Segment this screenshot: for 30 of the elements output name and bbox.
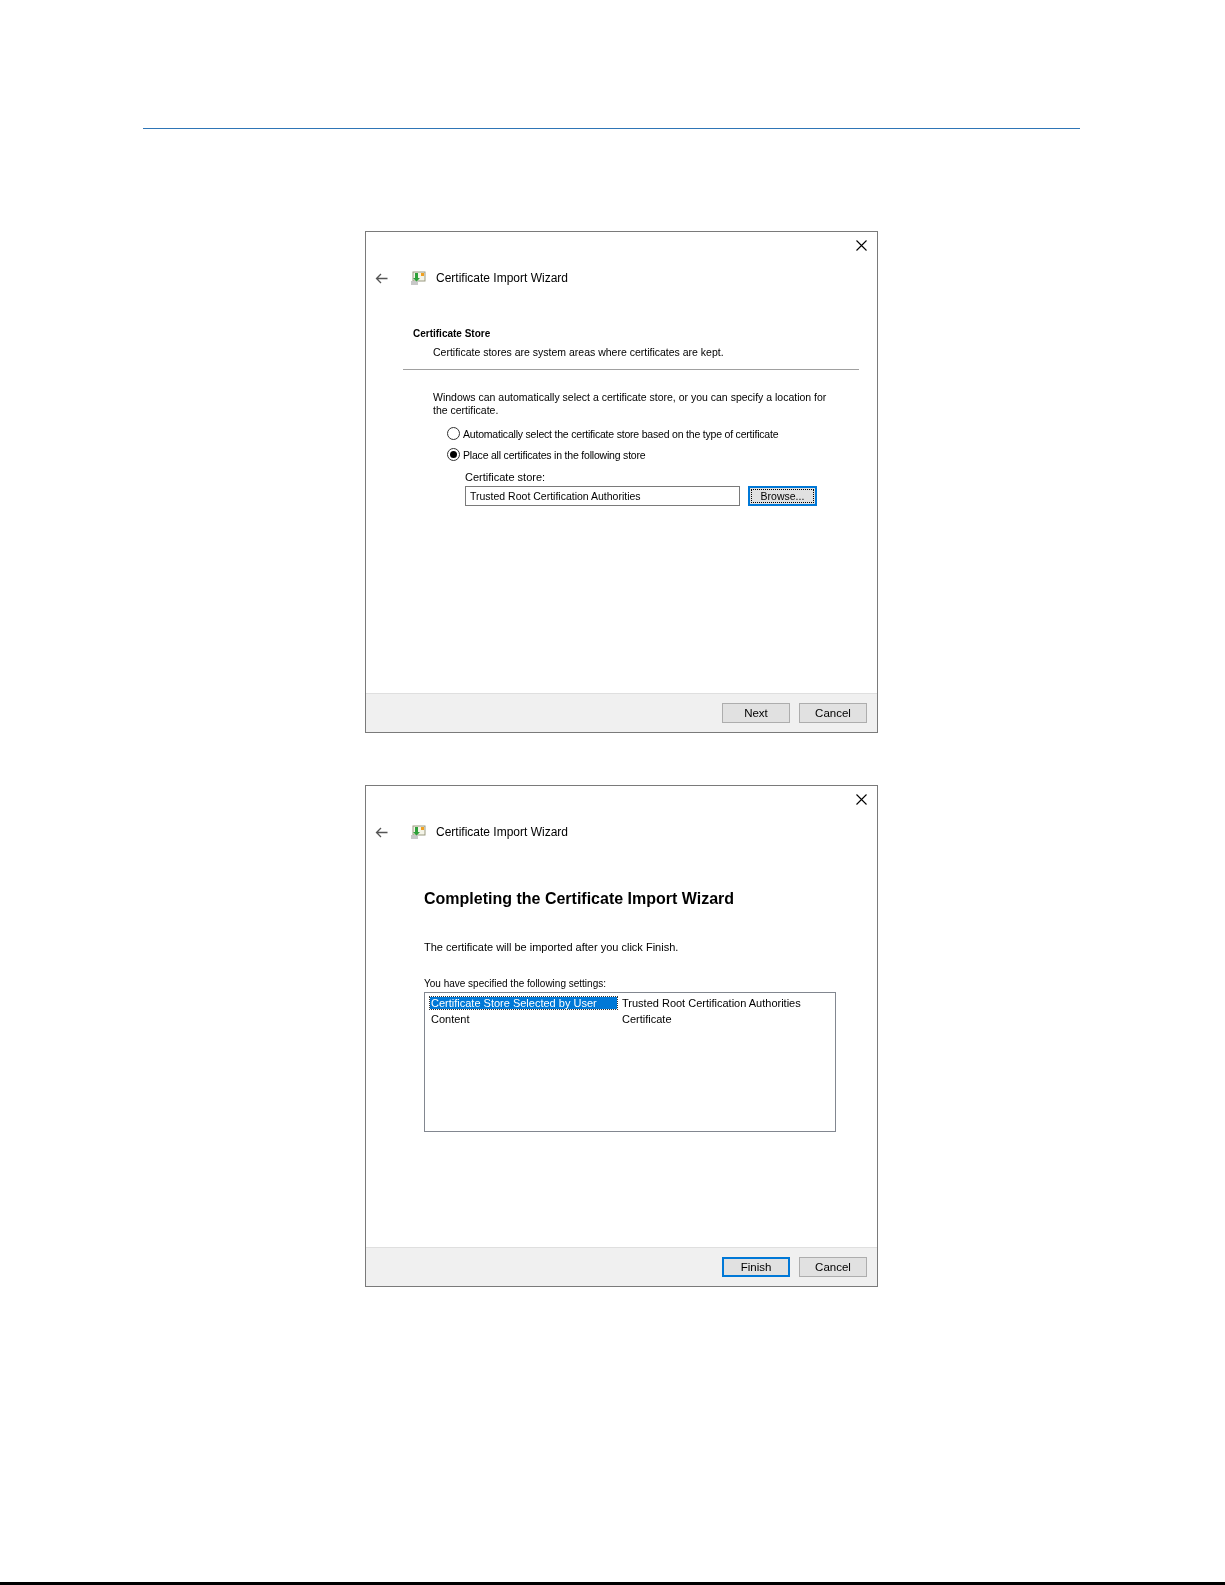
cancel-button[interactable]: Cancel — [799, 1257, 867, 1277]
back-arrow-icon[interactable] — [375, 272, 388, 284]
close-icon[interactable] — [856, 794, 867, 805]
radio-label[interactable]: Place all certificates in the following store — [463, 448, 646, 461]
section-subtitle: Certificate stores are system areas where certificates are kept. — [433, 346, 725, 358]
store-field[interactable]: Trusted Root Certification Authorities — [465, 486, 740, 506]
setting-name[interactable]: Content — [430, 1013, 617, 1025]
field-label: Certificate store: — [465, 471, 547, 483]
wizard-button[interactable]: Next — [722, 703, 790, 723]
wizard-heading: Completing the Certificate Import Wizard — [424, 890, 736, 908]
setting-value: Certificate — [622, 1013, 672, 1025]
close-icon[interactable] — [856, 240, 867, 251]
window-title: Certificate Import Wizard — [436, 825, 569, 839]
certificate-icon — [410, 270, 426, 286]
browse-button[interactable]: Browse... — [748, 486, 817, 506]
setting-name[interactable]: Certificate Store Selected by User — [430, 997, 617, 1009]
back-arrow-icon[interactable] — [375, 826, 388, 838]
window-title: Certificate Import Wizard — [436, 271, 569, 285]
wizard-button[interactable]: Finish — [722, 1257, 790, 1277]
cancel-button[interactable]: Cancel — [799, 703, 867, 723]
setting-value: Trusted Root Certification Authorities — [622, 997, 801, 1009]
settings-label: You have specified the following settings: — [424, 978, 607, 989]
certificate-icon — [410, 824, 426, 840]
section-title: Certificate Store — [413, 328, 492, 339]
info-text: The certificate will be imported after you click Finish. — [424, 941, 680, 953]
radio-button[interactable] — [447, 448, 460, 461]
settings-list[interactable]: Certificate Store Selected by User Trusted Root Certification Authorities Content Certificate — [424, 992, 836, 1132]
description: Windows can automatically select a certificate store, or you can specify a location for the certificate. — [433, 391, 828, 417]
radio-label[interactable]: Automatically select the certificate store based on the type of certificate — [463, 427, 779, 440]
radio-button[interactable] — [447, 427, 460, 440]
